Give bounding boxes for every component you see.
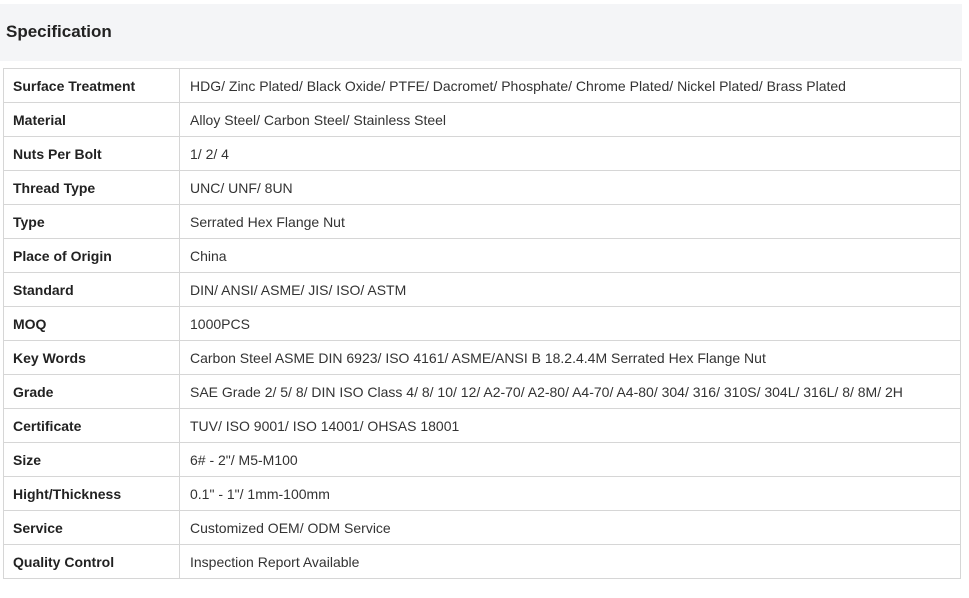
page-title: Specification <box>6 22 112 41</box>
row-label: Quality Control <box>3 544 180 579</box>
row-value: Serrated Hex Flange Nut <box>179 204 961 239</box>
row-label: Grade <box>3 374 180 409</box>
table-row: Size 6# - 2"/ M5-M100 <box>3 442 961 477</box>
table-row: Material Alloy Steel/ Carbon Steel/ Stai… <box>3 102 961 137</box>
table-row: Surface Treatment HDG/ Zinc Plated/ Blac… <box>3 68 961 103</box>
row-value: 0.1" - 1"/ 1mm-100mm <box>179 476 961 511</box>
row-value: SAE Grade 2/ 5/ 8/ DIN ISO Class 4/ 8/ 1… <box>179 374 961 409</box>
row-label: Standard <box>3 272 180 307</box>
table-row: Service Customized OEM/ ODM Service <box>3 510 961 545</box>
spec-table: Surface Treatment HDG/ Zinc Plated/ Blac… <box>3 68 961 579</box>
table-row: Standard DIN/ ANSI/ ASME/ JIS/ ISO/ ASTM <box>3 272 961 307</box>
table-row: Grade SAE Grade 2/ 5/ 8/ DIN ISO Class 4… <box>3 374 961 409</box>
row-value: Customized OEM/ ODM Service <box>179 510 961 545</box>
spec-page: Specification Surface Treatment HDG/ Zin… <box>0 0 969 598</box>
row-label: Thread Type <box>3 170 180 205</box>
row-label: Nuts Per Bolt <box>3 136 180 171</box>
row-label: Certificate <box>3 408 180 443</box>
row-label: Service <box>3 510 180 545</box>
row-value: DIN/ ANSI/ ASME/ JIS/ ISO/ ASTM <box>179 272 961 307</box>
row-label: Hight/Thickness <box>3 476 180 511</box>
table-row: Key Words Carbon Steel ASME DIN 6923/ IS… <box>3 340 961 375</box>
table-row: Certificate TUV/ ISO 9001/ ISO 14001/ OH… <box>3 408 961 443</box>
row-label: Place of Origin <box>3 238 180 273</box>
row-value: China <box>179 238 961 273</box>
row-value: 1000PCS <box>179 306 961 341</box>
table-row: Type Serrated Hex Flange Nut <box>3 204 961 239</box>
row-label: MOQ <box>3 306 180 341</box>
table-row: Place of Origin China <box>3 238 961 273</box>
table-row: Thread Type UNC/ UNF/ 8UN <box>3 170 961 205</box>
row-value: Inspection Report Available <box>179 544 961 579</box>
row-label: Material <box>3 102 180 137</box>
spec-header: Specification <box>0 4 962 61</box>
table-row: Nuts Per Bolt 1/ 2/ 4 <box>3 136 961 171</box>
table-row: MOQ 1000PCS <box>3 306 961 341</box>
row-value: 1/ 2/ 4 <box>179 136 961 171</box>
row-label: Key Words <box>3 340 180 375</box>
row-value: HDG/ Zinc Plated/ Black Oxide/ PTFE/ Dac… <box>179 68 961 103</box>
row-value: Alloy Steel/ Carbon Steel/ Stainless Ste… <box>179 102 961 137</box>
row-label: Surface Treatment <box>3 68 180 103</box>
row-label: Type <box>3 204 180 239</box>
row-label: Size <box>3 442 180 477</box>
row-value: TUV/ ISO 9001/ ISO 14001/ OHSAS 18001 <box>179 408 961 443</box>
row-value: Carbon Steel ASME DIN 6923/ ISO 4161/ AS… <box>179 340 961 375</box>
table-row: Quality Control Inspection Report Availa… <box>3 544 961 579</box>
row-value: UNC/ UNF/ 8UN <box>179 170 961 205</box>
row-value: 6# - 2"/ M5-M100 <box>179 442 961 477</box>
table-row: Hight/Thickness 0.1" - 1"/ 1mm-100mm <box>3 476 961 511</box>
